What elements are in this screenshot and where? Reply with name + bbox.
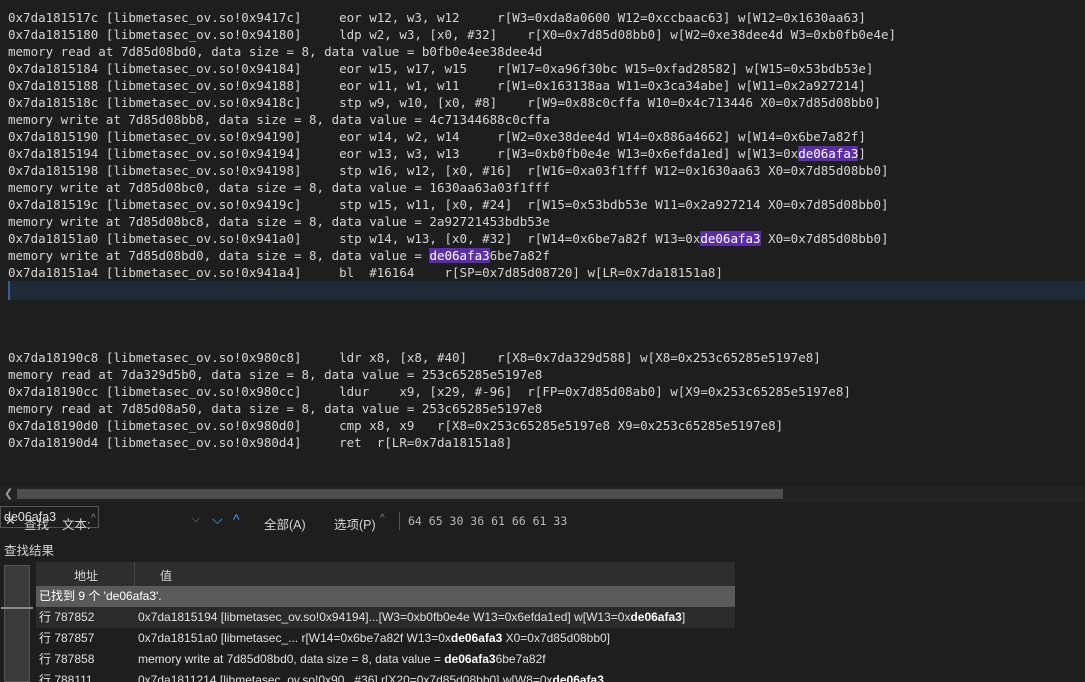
row-line-number: 行 787857 [39,631,95,645]
line-text: X0=0x7d85d08bb0] [760,231,889,246]
row-line-number: 行 787858 [39,652,95,666]
row-value: 0x7da1815194 [libmetasec_ov.so!0x94194].… [138,607,685,628]
search-match: de06afa3 [700,231,761,246]
row-value: 0x7da1811214 [libmetasec_ov.so!0x90...#3… [138,670,604,682]
find-previous-icon[interactable]: ^ [233,511,240,527]
trace-line: memory write at 7d85d08bc8, data size = … [8,214,550,229]
trace-line: 0x7da1815194 [libmetasec_ov.so!0x94194] … [8,145,866,162]
trace-line: 0x7da18151a4 [libmetasec_ov.so!0x941a4] … [8,265,723,280]
trace-line: 0x7da18151a0 [libmetasec_ov.so!0x941a0] … [8,230,889,247]
trace-line: 0x7da1815188 [libmetasec_ov.so!0x94188] … [8,78,866,93]
table-row[interactable]: 行 787857 0x7da18151a0 [libmetasec_... r[… [36,628,735,649]
trace-line: 0x7da181518c [libmetasec_ov.so!0x9418c] … [8,95,881,110]
table-header: 地址 值 [36,562,735,587]
trace-line: 0x7da1815198 [libmetasec_ov.so!0x94198] … [8,163,889,178]
trace-line: 0x7da18190d0 [libmetasec_ov.so!0x980d0] … [8,418,784,433]
row-line-number: 行 787852 [39,610,95,624]
line-text: memory write at 7d85d08bd0, data size = … [8,248,430,263]
hex-preview: 64 65 30 36 61 66 61 33 [408,514,568,528]
column-header-address[interactable]: 地址 [74,567,98,584]
row-text: 6be7a82f [495,652,546,666]
trace-line: 0x7da1815180 [libmetasec_ov.so!0x94180] … [8,27,897,42]
line-text: 0x7da1815194 [libmetasec_ov.so!0x94194] … [8,146,799,161]
find-next-icon[interactable]: ⌵ [212,511,223,528]
trace-line: memory write at 7d85d08bc0, data size = … [8,180,550,195]
trace-line: 0x7da181517c [libmetasec_ov.so!0x9417c] … [8,10,866,25]
find-label: 查找 [24,518,50,532]
trace-line: memory write at 7d85d08bb8, data size = … [8,112,550,127]
row-text: 0x7da1811214 [libmetasec_ov.so!0x90...#3… [138,673,553,682]
table-row[interactable]: 行 788111 0x7da1811214 [libmetasec_ov.so!… [36,670,735,682]
trace-line: 0x7da1815184 [libmetasec_ov.so!0x94184] … [8,61,874,76]
row-match: de06afa3 [630,610,682,624]
trace-line: 0x7da18190c8 [libmetasec_ov.so!0x980c8] … [8,350,821,365]
horizontal-scrollbar[interactable]: ❮ [0,486,1085,502]
divider [134,562,135,586]
row-value: memory write at 7d85d08bd0, data size = … [138,649,546,670]
trace-line: memory read at 7da329d5b0, data size = 8… [8,367,543,382]
results-summary-row[interactable]: 已找到 9 个 'de06afa3'. [36,586,735,607]
find-bar: ✕ 查找 文本: ^ ⌵ ⌵ ^ 全部(A) 选项(P) ^ 64 65 30 … [0,506,1085,536]
results-table: 地址 值 已找到 9 个 'de06afa3'. 行 787852 0x7da1… [36,562,735,682]
row-value: 0x7da18151a0 [libmetasec_... r[W14=0x6be… [138,628,610,649]
find-all-button[interactable]: 全部(A) [264,514,306,533]
table-row[interactable]: 行 787858 memory write at 7d85d08bd0, dat… [36,649,735,670]
chevron-down-icon[interactable]: ⌵ [192,514,200,525]
scroll-left-icon[interactable]: ❮ [4,486,13,502]
close-icon[interactable]: ✕ [5,513,16,529]
current-line-highlight [8,281,1085,300]
trace-line: memory read at 7d85d08bd0, data size = 8… [8,44,543,59]
row-text: 0x7da1815194 [libmetasec_ov.so!0x94194].… [138,610,631,624]
table-row[interactable]: 行 787852 0x7da1815194 [libmetasec_ov.so!… [36,607,735,628]
scrollbar-thumb[interactable] [17,489,783,499]
trace-line: 0x7da18190cc [libmetasec_ov.so!0x980cc] … [8,384,851,399]
row-text: ] [681,610,686,624]
trace-editor[interactable]: 0x7da181517c [libmetasec_ov.so!0x9417c] … [0,0,1085,486]
column-header-value[interactable]: 值 [160,567,172,584]
row-line-number: 行 788111 [39,673,93,682]
row-match: de06afa3 [444,652,496,666]
trace-line: 0x7da18190d4 [libmetasec_ov.so!0x980d4] … [8,435,513,450]
line-text: 6be7a82f [489,248,550,263]
search-match: de06afa3 [429,248,490,263]
gutter-marker [1,607,33,609]
divider [399,512,400,530]
row-text: memory write at 7d85d08bd0, data size = … [138,652,445,666]
trace-line: memory read at 7d85d08a50, data size = 8… [8,401,543,416]
results-scroll-gutter[interactable] [1,565,33,682]
line-text: ] [858,146,866,161]
chevron-up-icon[interactable]: ^ [91,513,96,524]
trace-line: 0x7da181519c [libmetasec_ov.so!0x9419c] … [8,197,889,212]
search-match: de06afa3 [798,146,859,161]
row-text: X0=0x7d85d08bb0] [502,631,611,645]
chevron-up-icon[interactable]: ^ [380,513,385,524]
options-button[interactable]: 选项(P) [334,514,376,533]
text-mode-label[interactable]: 文本: [62,514,90,533]
trace-line: 0x7da1815190 [libmetasec_ov.so!0x94190] … [8,129,866,144]
row-text: 0x7da18151a0 [libmetasec_... r[W14=0x6be… [138,631,451,645]
results-panel-title: 查找结果 [4,544,55,558]
row-match: de06afa3 [552,673,604,682]
line-text: 0x7da18151a0 [libmetasec_ov.so!0x941a0] … [8,231,701,246]
trace-line: memory write at 7d85d08bd0, data size = … [8,247,550,264]
row-match: de06afa3 [450,631,503,645]
